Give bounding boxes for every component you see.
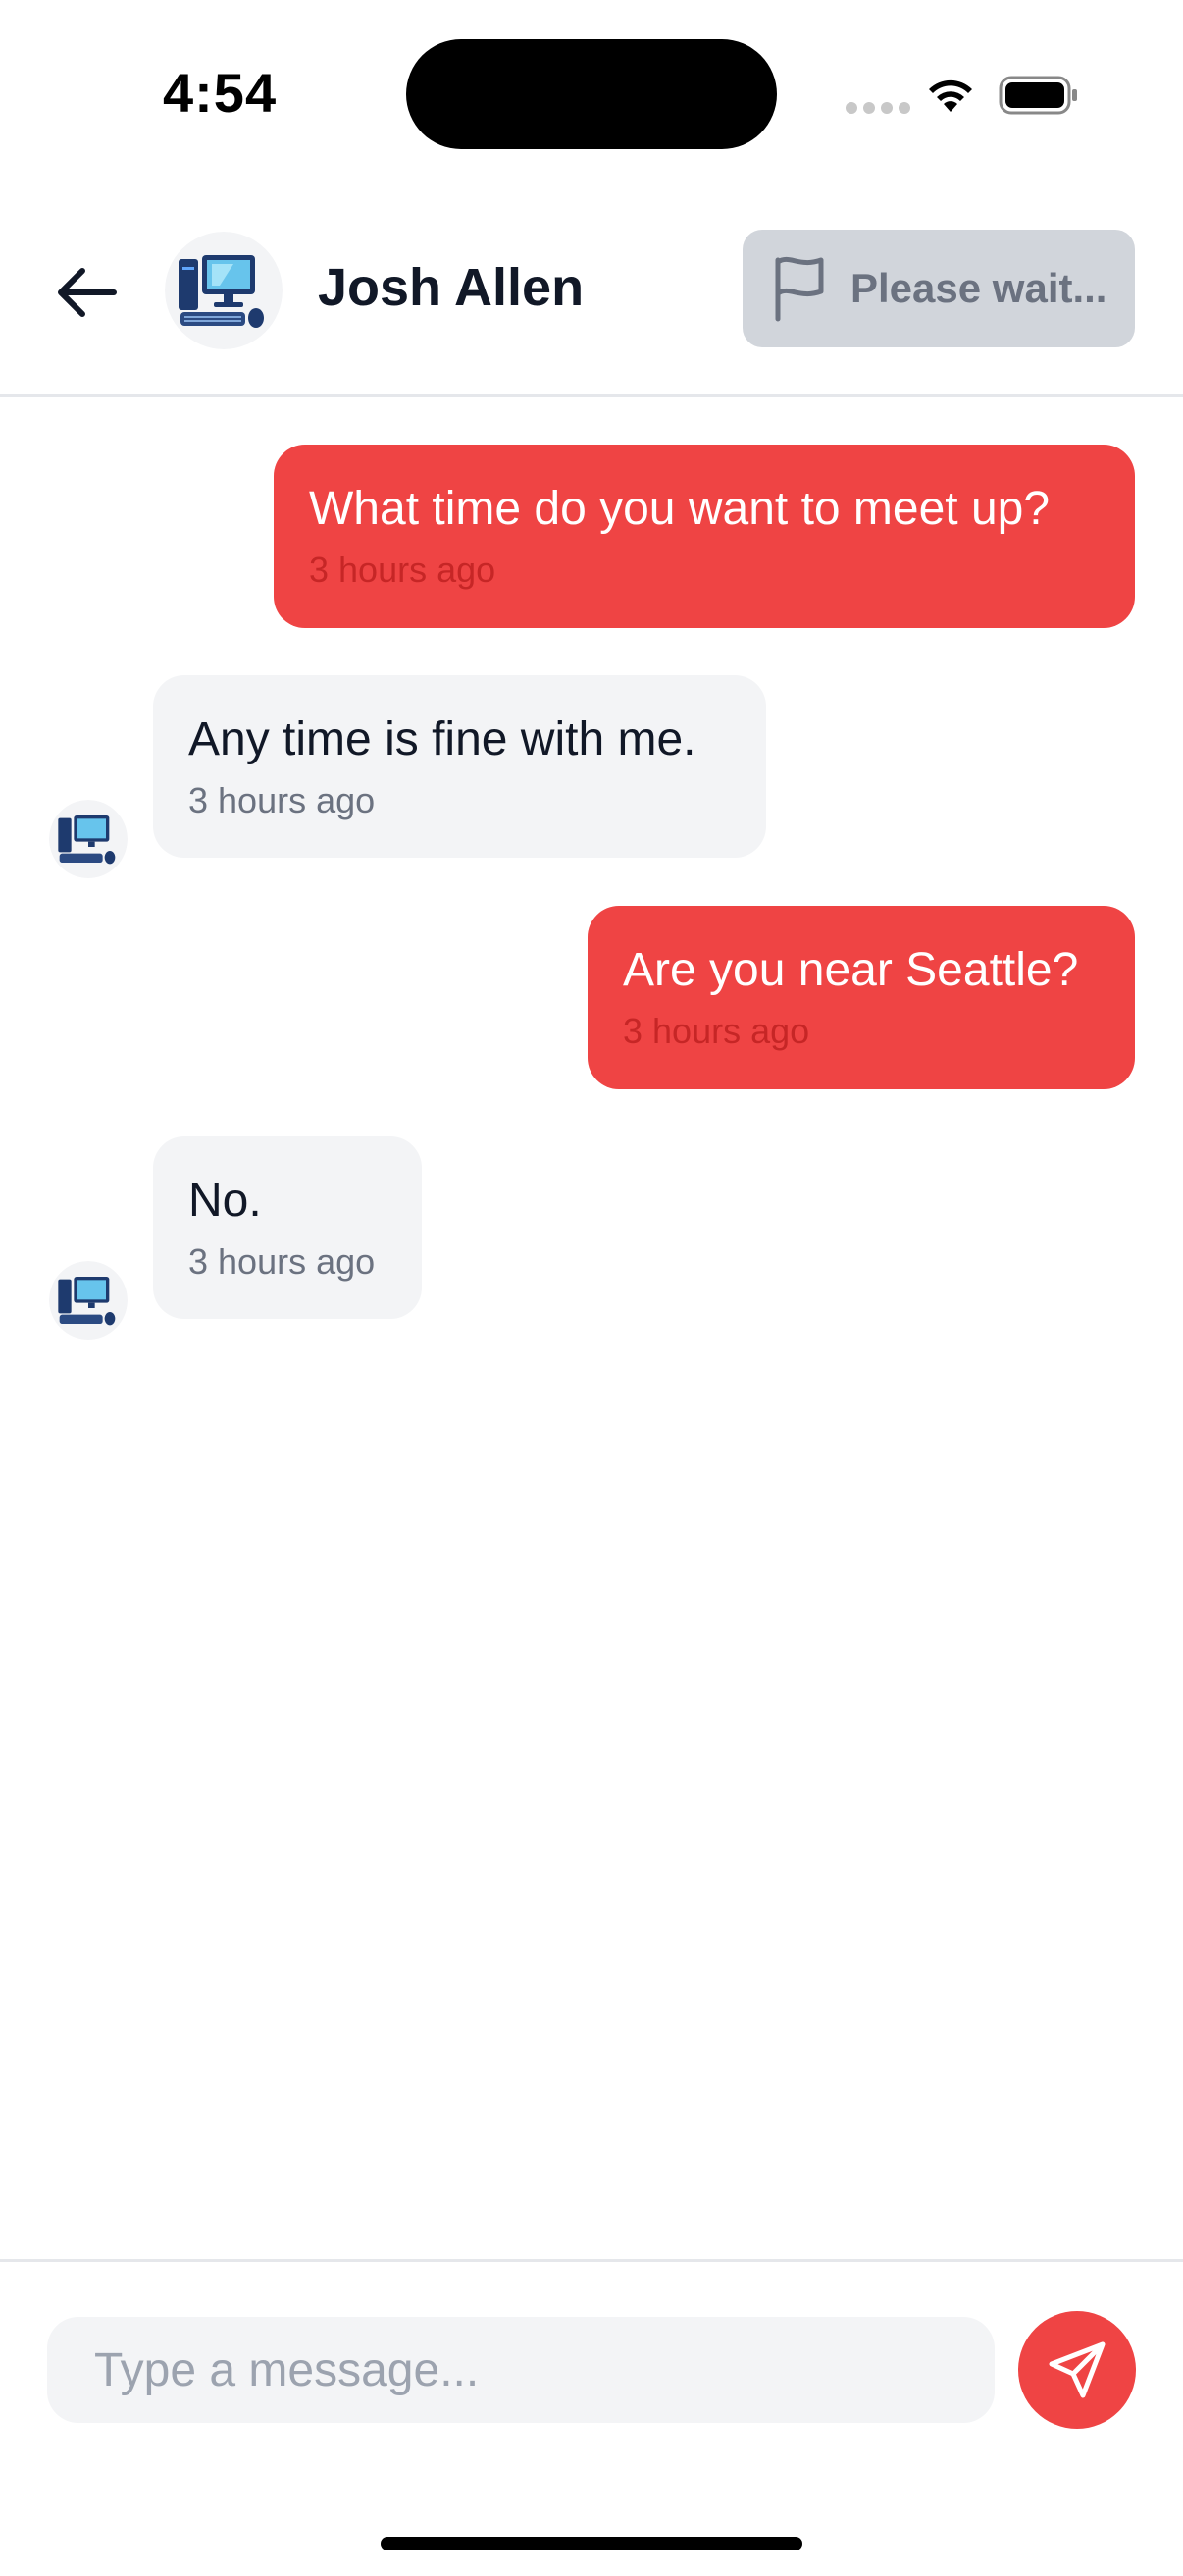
message-timestamp: 3 hours ago: [309, 550, 496, 590]
message-timestamp: 3 hours ago: [188, 780, 376, 820]
message-text: Any time is fine with me.: [188, 713, 696, 765]
paper-plane-icon: [1049, 2341, 1106, 2398]
contact-avatar[interactable]: [165, 232, 283, 349]
message-text: Are you near Seattle?: [623, 944, 1079, 996]
status-time: 4:54: [163, 62, 278, 124]
message-bubble-incoming[interactable]: Any time is fine with me. 3 hours ago: [153, 675, 766, 858]
sender-avatar: [49, 800, 128, 878]
desktop-computer-icon: [165, 232, 283, 349]
back-arrow-icon[interactable]: [51, 257, 122, 328]
message-text: No.: [188, 1175, 262, 1227]
message-list[interactable]: What time do you want to meet up? 3 hour…: [0, 397, 1183, 2262]
sender-avatar: [49, 1261, 128, 1340]
message-text: What time do you want to meet up?: [309, 483, 1051, 535]
report-button[interactable]: Please wait...: [743, 230, 1135, 347]
message-bubble-outgoing[interactable]: What time do you want to meet up? 3 hour…: [274, 445, 1135, 628]
message-bubble-outgoing[interactable]: Are you near Seattle? 3 hours ago: [588, 906, 1135, 1089]
chat-header: Josh Allen Please wait...: [0, 202, 1183, 397]
message-input[interactable]: [47, 2317, 995, 2423]
desktop-computer-icon: [49, 800, 128, 878]
battery-icon: [999, 76, 1077, 115]
home-indicator[interactable]: [381, 2537, 802, 2550]
message-composer: [0, 2259, 1183, 2576]
send-button[interactable]: [1018, 2311, 1136, 2429]
cellular-signal-icon: [846, 102, 910, 114]
desktop-computer-icon: [49, 1261, 128, 1340]
report-button-label: Please wait...: [850, 265, 1107, 311]
message-timestamp: 3 hours ago: [188, 1241, 376, 1282]
message-timestamp: 3 hours ago: [623, 1011, 810, 1051]
status-bar: 4:54: [0, 0, 1183, 186]
message-bubble-incoming[interactable]: No. 3 hours ago: [153, 1136, 422, 1319]
dynamic-island: [406, 39, 777, 149]
contact-name: Josh Allen: [318, 258, 585, 317]
wifi-icon: [929, 79, 972, 112]
flag-icon: [775, 256, 824, 322]
